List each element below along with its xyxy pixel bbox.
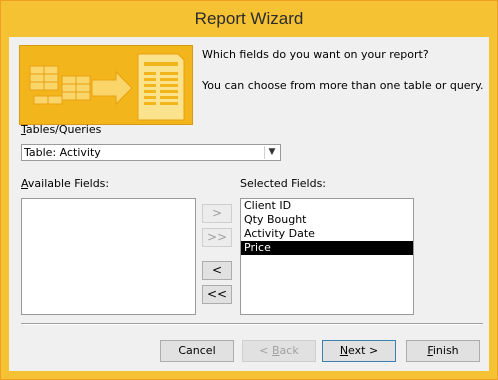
list-item[interactable]: Client ID <box>241 199 413 213</box>
available-fields-label-rest: vailable Fields: <box>27 177 110 190</box>
selected-fields-label: Selected Fields: <box>240 177 327 190</box>
available-fields-label: Available Fields: <box>21 177 109 190</box>
next-button[interactable]: Next > <box>322 340 396 362</box>
available-fields-list[interactable] <box>21 198 196 315</box>
next-button-rest: ext > <box>348 344 379 357</box>
selected-fields-list[interactable]: Client ID Qty Bought Activity Date Price <box>240 198 414 315</box>
finish-button[interactable]: Finish <box>406 340 480 362</box>
list-item-selected[interactable]: Price <box>241 241 413 255</box>
tables-queries-value: Table: Activity <box>24 146 101 159</box>
back-button-accel: B <box>272 344 280 357</box>
list-item[interactable]: Activity Date <box>241 227 413 241</box>
tables-queries-select[interactable]: Table: Activity ▼ <box>21 144 281 161</box>
add-field-button[interactable]: > <box>202 204 232 223</box>
tables-queries-label-rest: ables/Queries <box>25 123 102 136</box>
wizard-body: Which fields do you want on your report?… <box>9 37 489 371</box>
report-fields-graphic-icon <box>20 46 192 124</box>
remove-field-button[interactable]: < <box>202 261 232 280</box>
remove-all-fields-button[interactable]: << <box>202 285 232 304</box>
footer-divider <box>21 323 483 325</box>
finish-button-rest: inish <box>432 344 459 357</box>
available-fields-label-accel: A <box>21 177 28 190</box>
back-button-prefix: < <box>259 344 272 357</box>
tables-queries-label: Tables/Queries <box>21 123 101 136</box>
add-all-fields-button[interactable]: >> <box>202 228 232 247</box>
cancel-button[interactable]: Cancel <box>160 340 234 362</box>
chevron-down-icon[interactable]: ▼ <box>264 146 279 159</box>
list-item[interactable]: Qty Bought <box>241 213 413 227</box>
wizard-hint: You can choose from more than one table … <box>202 79 484 92</box>
back-button[interactable]: < Back <box>242 340 316 362</box>
wizard-question: Which fields do you want on your report? <box>202 48 429 61</box>
wizard-banner-illustration <box>19 45 193 125</box>
window-title: Report Wizard <box>194 9 304 28</box>
back-button-rest: ack <box>279 344 299 357</box>
report-wizard-window: Report Wizard Which fields do you want o… <box>0 0 498 380</box>
next-button-accel: N <box>339 344 349 357</box>
